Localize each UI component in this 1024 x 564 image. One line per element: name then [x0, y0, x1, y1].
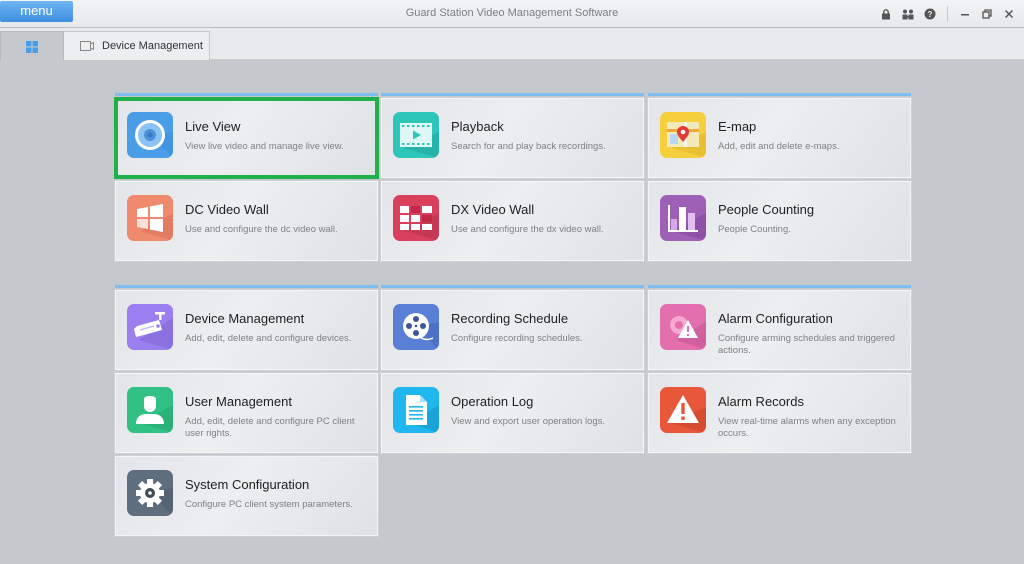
restore-icon[interactable]	[976, 0, 998, 28]
tile-description: Configure PC client system parameters.	[185, 499, 353, 510]
help-icon[interactable]: ?	[919, 0, 941, 28]
tile-description: People Counting.	[718, 224, 791, 235]
tile-title: Recording Schedule	[451, 311, 569, 326]
tile-title: DC Video Wall	[185, 202, 269, 217]
tile-title: Operation Log	[451, 394, 534, 409]
minimize-icon[interactable]	[954, 0, 976, 28]
tile-alarm-configuration[interactable]: Alarm Configuration Configure arming sch…	[648, 290, 911, 370]
tile-playback[interactable]: Playback Search for and play back record…	[381, 98, 644, 178]
dx-video-wall-icon	[393, 195, 439, 241]
tile-description: Add, edit, delete and configure PC clien…	[185, 416, 355, 439]
user-management-icon	[127, 387, 173, 433]
group-divider	[115, 93, 378, 96]
tab-label: Device Management	[102, 40, 203, 52]
tile-device-management[interactable]: Device Management Add, edit, delete and …	[115, 290, 378, 370]
live-view-icon	[127, 112, 173, 158]
people-counting-icon	[660, 195, 706, 241]
camera-icon	[80, 41, 94, 51]
group-divider	[648, 93, 911, 96]
tile-title: Playback	[451, 119, 504, 134]
group-divider	[381, 285, 644, 288]
tile-title: E-map	[718, 119, 757, 134]
tile-description: Configure recording schedules.	[451, 333, 583, 344]
group-divider	[648, 285, 911, 288]
device-management-icon	[127, 304, 173, 350]
playback-icon	[393, 112, 439, 158]
tile-description: Configure arming schedules and triggered…	[718, 333, 895, 356]
tile-description: View real-time alarms when any exception…	[718, 416, 896, 439]
recording-schedule-icon	[393, 304, 439, 350]
tab-device-management[interactable]: Device Management	[64, 31, 210, 60]
system-configuration-icon	[127, 470, 173, 516]
tile-title: System Configuration	[185, 477, 310, 492]
operation-log-icon	[393, 387, 439, 433]
lock-icon[interactable]	[875, 0, 897, 28]
app-title: Guard Station Video Management Software	[405, 7, 619, 19]
title-bar: menu Guard Station Video Management Soft…	[0, 0, 1024, 28]
tile-system-configuration[interactable]: System Configuration Configure PC client…	[115, 456, 378, 536]
tile-description: Search for and play back recordings.	[451, 141, 606, 152]
tile-description: Use and configure the dc video wall.	[185, 224, 338, 235]
group-divider	[381, 93, 644, 96]
svg-text:?: ?	[928, 10, 933, 19]
tile-e-map[interactable]: E-map Add, edit and delete e-maps.	[648, 98, 911, 178]
group-divider	[115, 285, 378, 288]
tile-title: Alarm Records	[718, 394, 804, 409]
tile-alarm-records[interactable]: Alarm Records View real-time alarms when…	[648, 373, 911, 453]
tile-people-counting[interactable]: People Counting People Counting.	[648, 181, 911, 261]
tile-recording-schedule[interactable]: Recording Schedule Configure recording s…	[381, 290, 644, 370]
tab-bar: Device Management	[0, 28, 1024, 61]
tile-title: Device Management	[185, 311, 305, 326]
tile-title: Live View	[185, 119, 241, 134]
alarm-configuration-icon	[660, 304, 706, 350]
tile-description: View live video and manage live view.	[185, 141, 344, 152]
tile-title: People Counting	[718, 202, 815, 217]
tile-title: DX Video Wall	[451, 202, 535, 217]
tile-dc-video-wall[interactable]: DC Video Wall Use and configure the dc v…	[115, 181, 378, 261]
tile-title: Alarm Configuration	[718, 311, 833, 326]
tile-live-view[interactable]: Live View View live video and manage liv…	[114, 97, 379, 179]
dc-video-wall-icon	[127, 195, 173, 241]
user-switch-icon[interactable]	[897, 0, 919, 28]
tile-description: View and export user operation logs.	[451, 416, 606, 427]
grid-icon	[26, 40, 38, 53]
e-map-icon	[660, 112, 706, 158]
window-controls: ?	[875, 0, 1024, 28]
tile-title: User Management	[185, 394, 292, 409]
tile-dx-video-wall[interactable]: DX Video Wall Use and configure the dx v…	[381, 181, 644, 261]
tab-home[interactable]	[0, 31, 64, 61]
tile-description: Add, edit, delete and configure devices.	[185, 333, 352, 344]
tile-description: Add, edit and delete e-maps.	[718, 141, 840, 152]
tile-description: Use and configure the dx video wall.	[451, 224, 604, 235]
close-icon[interactable]	[998, 0, 1020, 28]
separator	[947, 6, 948, 22]
alarm-records-icon	[660, 387, 706, 433]
tile-user-management[interactable]: User Management Add, edit, delete and co…	[115, 373, 378, 453]
tile-operation-log[interactable]: Operation Log View and export user opera…	[381, 373, 644, 453]
